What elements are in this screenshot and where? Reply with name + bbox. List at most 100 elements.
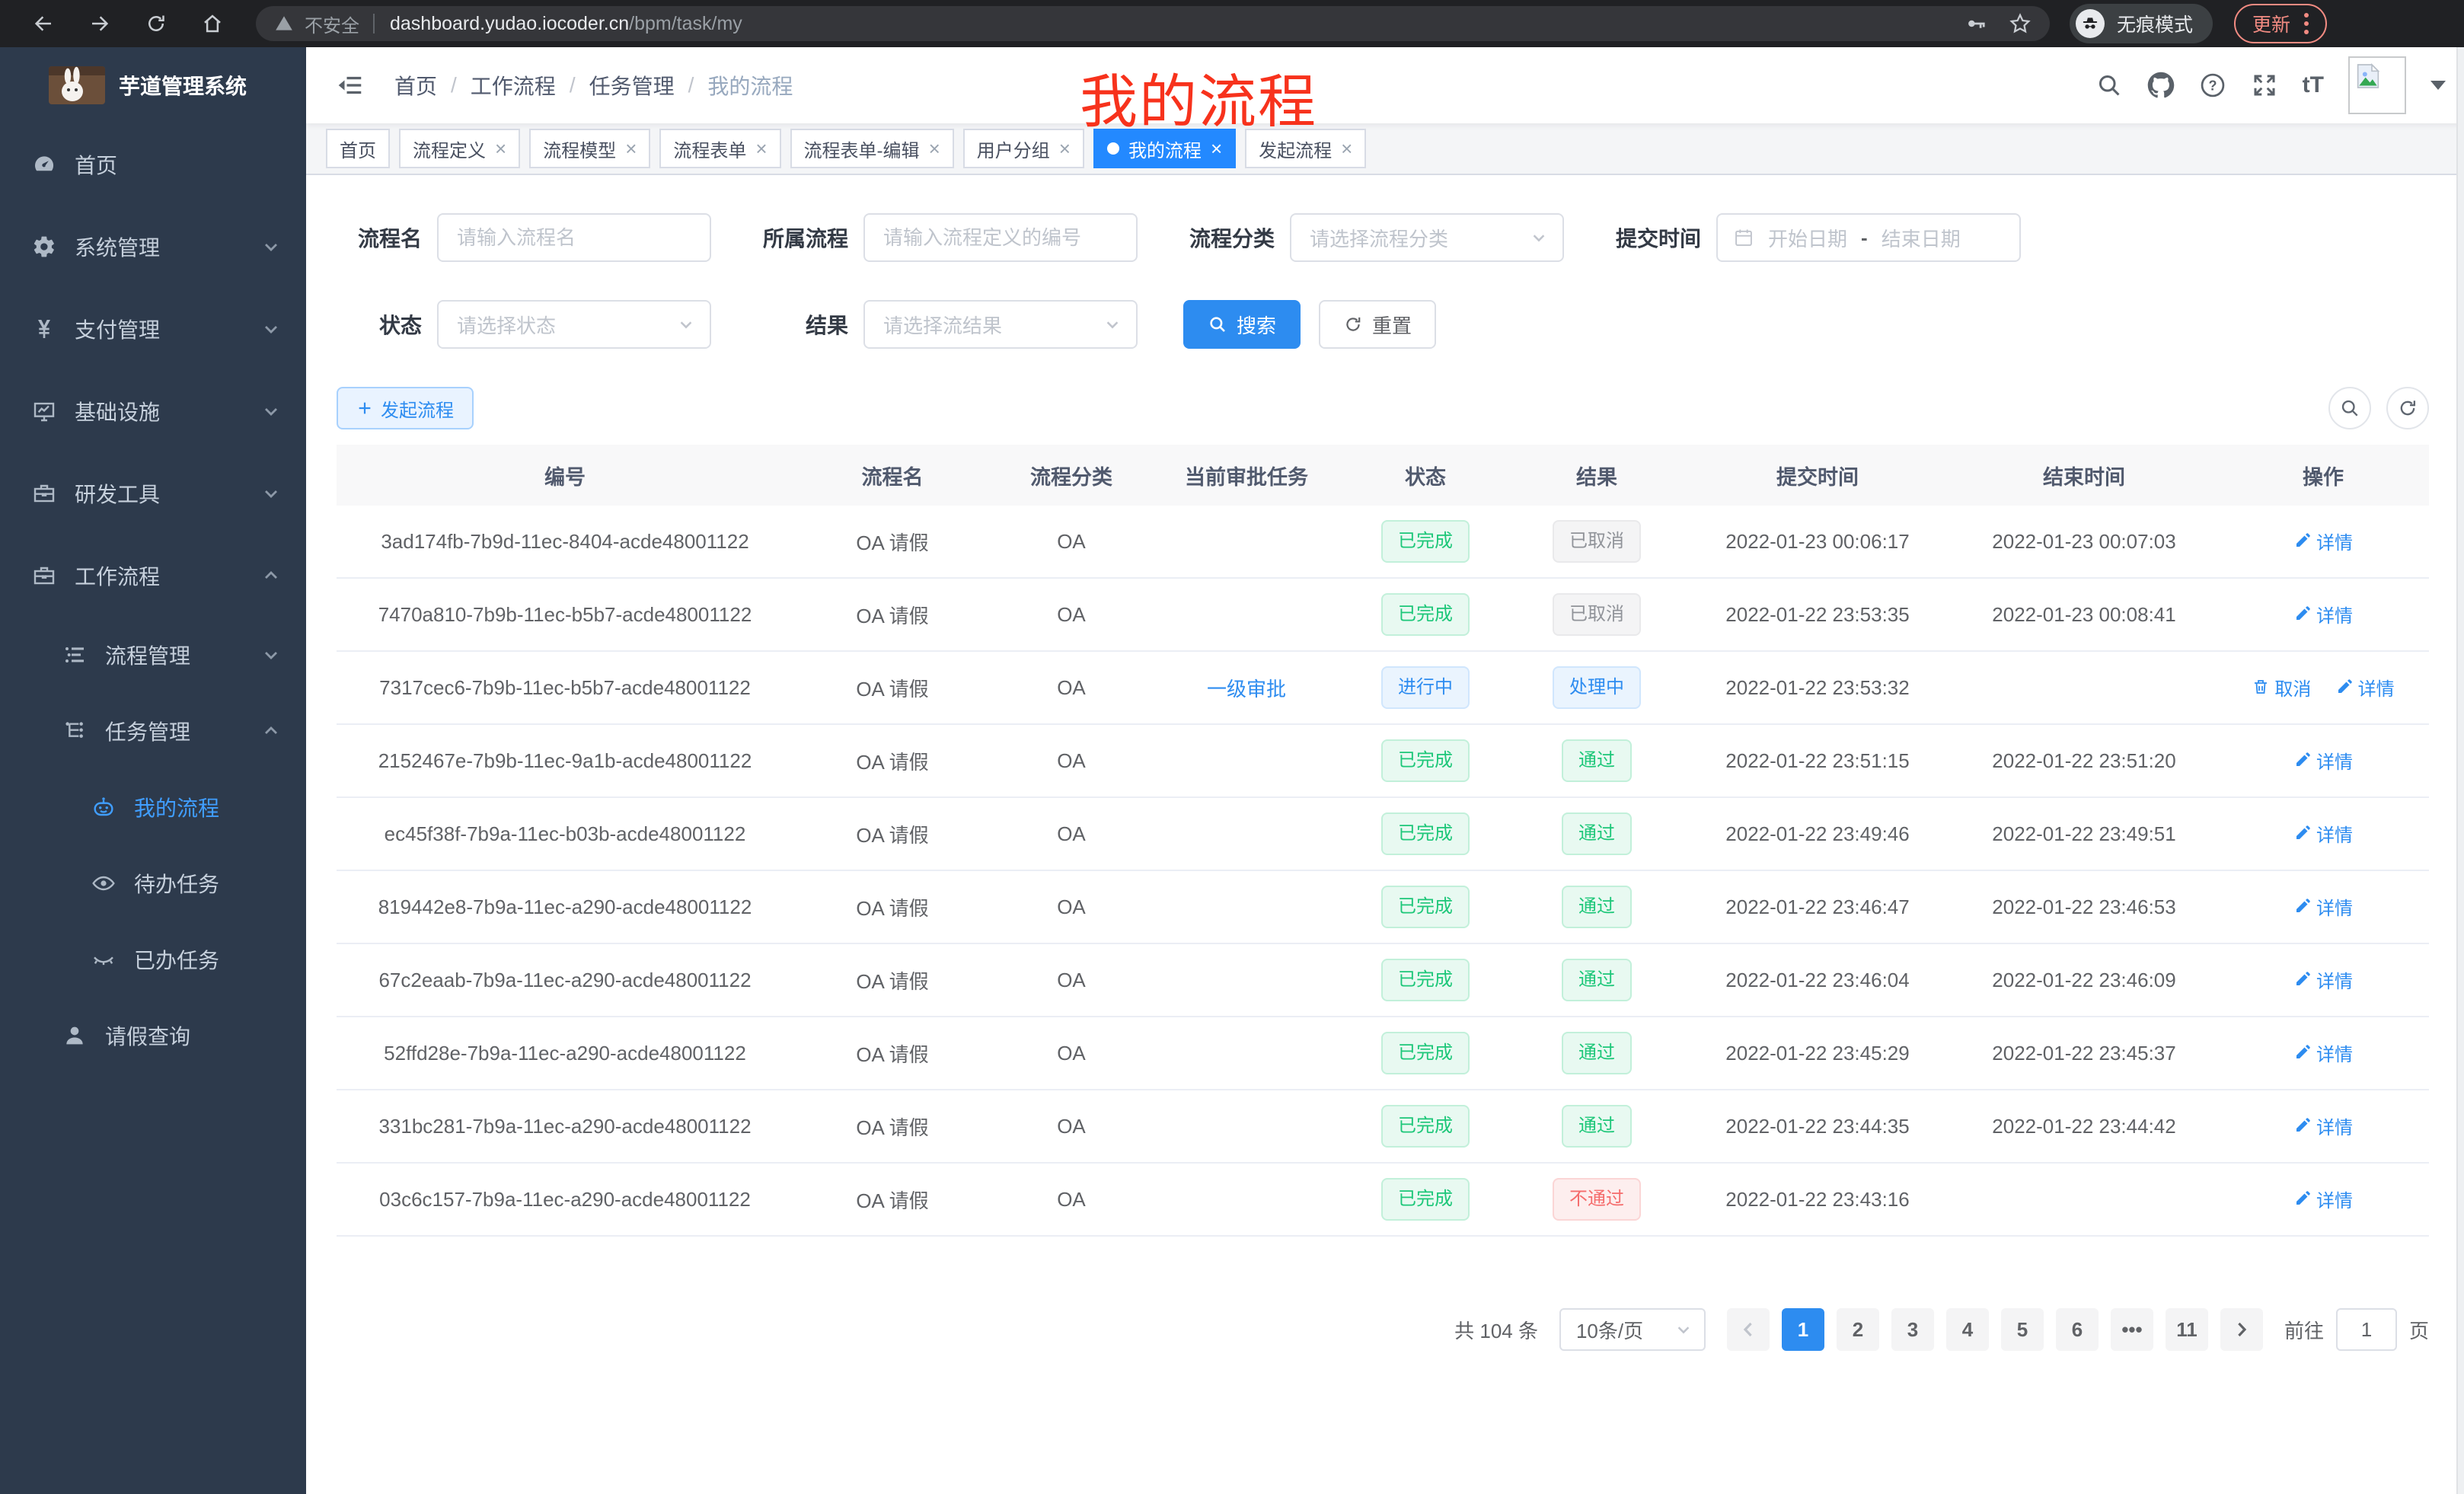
address-bar[interactable]: 不安全 dashboard.yudao.iocoder.cn/bpm/task/…	[256, 6, 2050, 41]
tab[interactable]: 流程定义 ×	[399, 129, 520, 168]
page-button[interactable]: 6	[2056, 1308, 2099, 1351]
prev-page-button[interactable]	[1727, 1308, 1770, 1351]
process-category: OA	[991, 1115, 1151, 1138]
tab-close-icon[interactable]: ×	[1211, 139, 1222, 158]
page-button[interactable]: 11	[2166, 1308, 2208, 1351]
tab[interactable]: 首页 ×	[326, 129, 390, 168]
date-separator: -	[1861, 226, 1868, 250]
process-category: OA	[991, 603, 1151, 627]
tab-close-icon[interactable]: ×	[1341, 139, 1352, 158]
sidebar-item-payment[interactable]: 支付管理	[0, 288, 306, 370]
search-button[interactable]: 搜索	[1183, 300, 1301, 349]
tab[interactable]: 流程表单 ×	[659, 129, 780, 168]
tab[interactable]: 发起流程 ×	[1245, 129, 1366, 168]
detail-action[interactable]: 详情	[2293, 1113, 2353, 1139]
detail-action[interactable]: 详情	[2293, 1039, 2353, 1066]
page-button[interactable]: 4	[1946, 1308, 1989, 1351]
sidebar-item-leave-query[interactable]: 请假查询	[0, 998, 306, 1074]
process-name: OA 请假	[793, 966, 991, 994]
status-select[interactable]: 请选择状态	[437, 300, 711, 349]
gear-icon	[32, 235, 56, 259]
tab-close-icon[interactable]: ×	[625, 139, 637, 158]
detail-action[interactable]: 详情	[2293, 601, 2353, 627]
tab-label: 流程模型	[543, 136, 616, 162]
fullscreen-icon[interactable]	[2251, 72, 2278, 99]
detail-action[interactable]: 详情	[2293, 528, 2353, 554]
next-page-button[interactable]	[2220, 1308, 2263, 1351]
help-icon[interactable]: ?	[2199, 72, 2226, 99]
avatar-caret-icon[interactable]	[2430, 81, 2446, 90]
sidebar-item-workflow[interactable]: 工作流程	[0, 535, 306, 617]
reset-button[interactable]: 重置	[1319, 300, 1436, 349]
tab-close-icon[interactable]: ×	[495, 139, 506, 158]
tab-close-icon[interactable]: ×	[929, 139, 940, 158]
chevron-down-icon	[262, 320, 280, 338]
sidebar-collapse-icon[interactable]	[324, 59, 376, 111]
tab[interactable]: 流程模型 ×	[529, 129, 650, 168]
sidebar-item-done-tasks[interactable]: 已办任务	[0, 921, 306, 998]
sidebar-item-my-processes[interactable]: 我的流程	[0, 769, 306, 845]
detail-action[interactable]: 详情	[2293, 820, 2353, 847]
breadcrumb-home[interactable]: 首页	[394, 70, 437, 101]
detail-action[interactable]: 详情	[2293, 747, 2353, 774]
table-search-toggle-icon[interactable]	[2328, 387, 2371, 429]
header-id: 编号	[337, 461, 793, 490]
submit-time: 2022-01-22 23:49:46	[1684, 822, 1951, 846]
bookmark-star-icon[interactable]	[2009, 12, 2032, 35]
detail-action-label: 详情	[2358, 674, 2395, 701]
sidebar-item-process-management[interactable]: 流程管理	[0, 617, 306, 693]
process-name: OA 请假	[793, 1186, 991, 1214]
tab-close-icon[interactable]: ×	[755, 139, 767, 158]
page-button[interactable]: 2	[1837, 1308, 1879, 1351]
browser-home-icon[interactable]	[184, 0, 241, 47]
page-size-select[interactable]: 10条/页	[1559, 1308, 1706, 1351]
sidebar-item-task-management[interactable]: 任务管理	[0, 693, 306, 769]
key-icon[interactable]	[1964, 12, 1987, 35]
current-task-link[interactable]: 一级审批	[1207, 678, 1286, 701]
sidebar-item-home[interactable]: 首页	[0, 123, 306, 206]
browser-scrollbar[interactable]	[2456, 47, 2464, 1494]
detail-action[interactable]: 详情	[2293, 966, 2353, 993]
detail-action[interactable]: 详情	[2293, 893, 2353, 920]
avatar[interactable]	[2348, 56, 2406, 114]
edit-icon	[2293, 1043, 2312, 1061]
sidebar-item-todo-tasks[interactable]: 待办任务	[0, 845, 306, 921]
sidebar-item-dev-tools[interactable]: 研发工具	[0, 452, 306, 535]
screen: 不安全 dashboard.yudao.iocoder.cn/bpm/task/…	[0, 0, 2464, 1494]
sidebar-item-infrastructure[interactable]: 基础设施	[0, 370, 306, 452]
page-button[interactable]: •••	[2111, 1308, 2153, 1351]
browser-menu-icon[interactable]	[2304, 13, 2309, 34]
app-logo-row[interactable]: 芋道管理系统	[0, 47, 306, 123]
result-badge: 通过	[1562, 1105, 1632, 1148]
tab[interactable]: 我的流程 ×	[1093, 129, 1236, 168]
process-name-input[interactable]	[437, 213, 711, 262]
header-search-icon[interactable]	[2095, 72, 2123, 99]
github-icon[interactable]	[2147, 72, 2175, 99]
browser-forward-icon[interactable]	[72, 0, 128, 47]
cancel-action[interactable]: 取消	[2252, 674, 2311, 701]
category-select[interactable]: 请选择流程分类	[1290, 213, 1564, 262]
tab[interactable]: 用户分组 ×	[963, 129, 1084, 168]
submit-time-range-picker[interactable]: 开始日期 - 结束日期	[1716, 213, 2021, 262]
goto-page-input[interactable]	[2336, 1308, 2397, 1351]
result-select[interactable]: 请选择流结果	[863, 300, 1138, 349]
font-size-icon[interactable]: tT	[2303, 72, 2324, 98]
page-button[interactable]: 1	[1782, 1308, 1824, 1351]
browser-reload-icon[interactable]	[128, 0, 184, 47]
parent-process-input[interactable]	[863, 213, 1138, 262]
tab-close-icon[interactable]: ×	[1059, 139, 1071, 158]
process-id: 2152467e-7b9b-11ec-9a1b-acde48001122	[337, 749, 793, 773]
table-refresh-icon[interactable]	[2386, 387, 2429, 429]
detail-action[interactable]: 详情	[2293, 1186, 2353, 1212]
browser-back-icon[interactable]	[15, 0, 72, 47]
tab[interactable]: 流程表单-编辑 ×	[790, 129, 954, 168]
page-button[interactable]: 5	[2001, 1308, 2044, 1351]
breadcrumb-task-management[interactable]: 任务管理	[589, 70, 675, 101]
process-name: OA 请假	[793, 528, 991, 556]
breadcrumb-workflow[interactable]: 工作流程	[471, 70, 556, 101]
detail-action[interactable]: 详情	[2335, 674, 2395, 701]
browser-update-button[interactable]: 更新	[2234, 4, 2327, 43]
sidebar-item-system[interactable]: 系统管理	[0, 206, 306, 288]
create-process-button[interactable]: 发起流程	[337, 387, 474, 429]
page-button[interactable]: 3	[1891, 1308, 1934, 1351]
